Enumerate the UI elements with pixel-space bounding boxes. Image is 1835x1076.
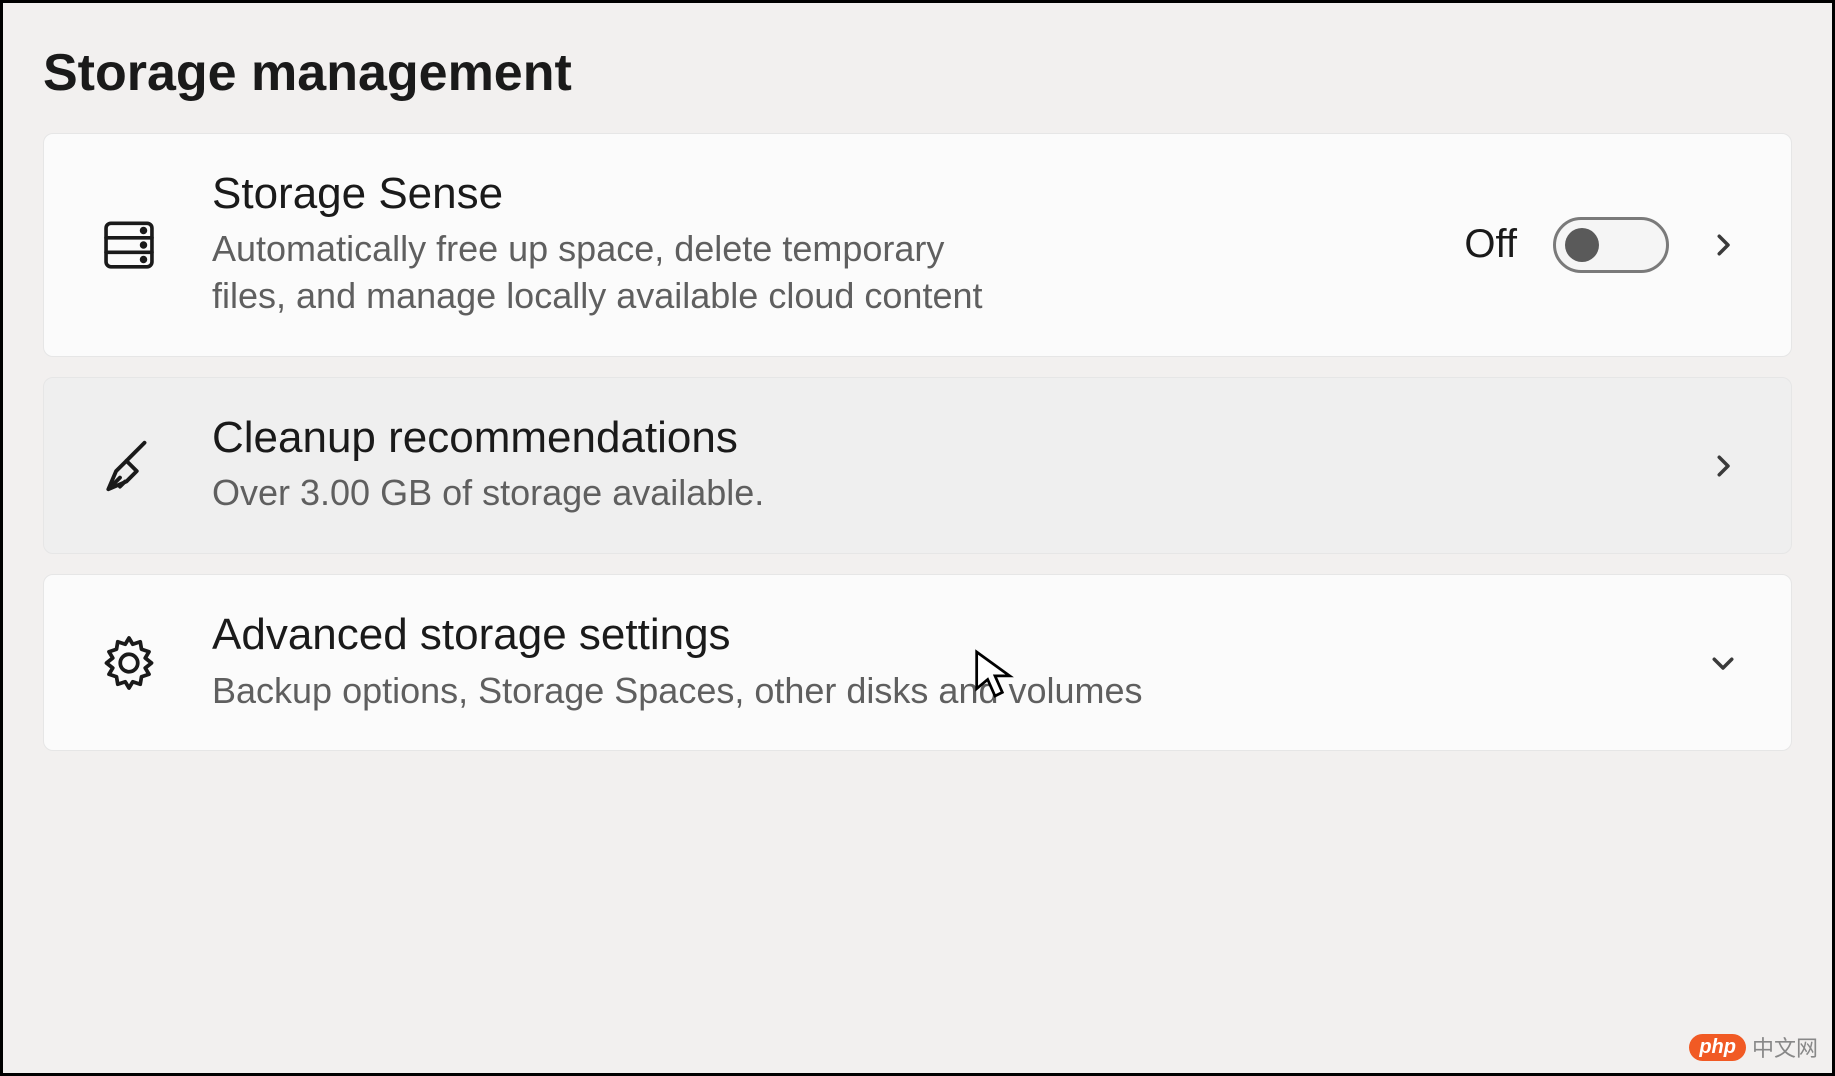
cleanup-recommendations-row[interactable]: Cleanup recommendations Over 3.00 GB of …: [43, 377, 1792, 554]
broom-icon: [94, 431, 164, 501]
section-title: Storage management: [43, 43, 1792, 103]
watermark: php 中文网: [1689, 1031, 1818, 1063]
chevron-down-icon[interactable]: [1705, 645, 1741, 681]
storage-sense-text: Storage Sense Automatically free up spac…: [212, 170, 1416, 320]
watermark-badge: php: [1689, 1034, 1746, 1061]
storage-sense-toggle-state: Off: [1464, 222, 1517, 267]
chevron-right-icon[interactable]: [1705, 448, 1741, 484]
cleanup-description: Over 3.00 GB of storage available.: [212, 470, 1657, 517]
advanced-description: Backup options, Storage Spaces, other di…: [212, 668, 1657, 715]
cleanup-title: Cleanup recommendations: [212, 414, 1657, 462]
advanced-title: Advanced storage settings: [212, 611, 1657, 659]
storage-sense-description: Automatically free up space, delete temp…: [212, 226, 992, 320]
storage-sense-title: Storage Sense: [212, 170, 1416, 218]
storage-sense-row[interactable]: Storage Sense Automatically free up spac…: [43, 133, 1792, 357]
advanced-storage-row[interactable]: Advanced storage settings Backup options…: [43, 574, 1792, 751]
watermark-text: 中文网: [1752, 1031, 1818, 1063]
chevron-right-icon[interactable]: [1705, 227, 1741, 263]
gear-icon: [94, 628, 164, 698]
storage-sense-toggle[interactable]: [1553, 217, 1669, 273]
cleanup-text: Cleanup recommendations Over 3.00 GB of …: [212, 414, 1657, 517]
toggle-knob: [1565, 228, 1599, 262]
storage-drive-icon: [94, 210, 164, 280]
advanced-text: Advanced storage settings Backup options…: [212, 611, 1657, 714]
